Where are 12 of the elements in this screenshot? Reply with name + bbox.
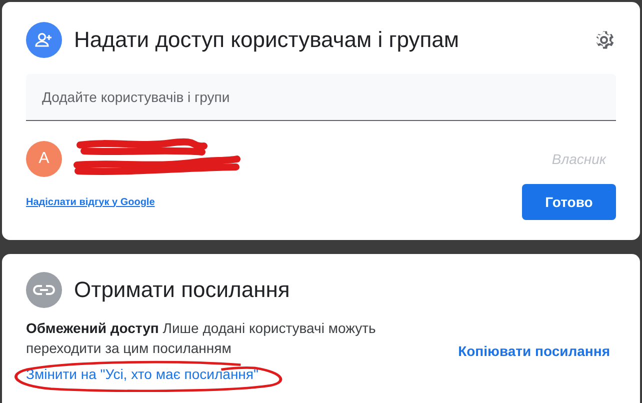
change-access-link[interactable]: Змінити на "Усі, хто має посилання" — [26, 366, 258, 382]
link-icon — [26, 272, 62, 308]
done-button[interactable]: Готово — [522, 184, 616, 220]
add-person-icon — [26, 22, 62, 58]
feedback-link[interactable]: Надіслати відгук у Google — [26, 196, 155, 208]
copy-link-button[interactable]: Копіювати посилання — [458, 343, 610, 359]
dialog-title: Надати доступ користувачам і групам — [74, 27, 459, 53]
section-title: Отримати посилання — [74, 277, 290, 303]
access-description: Обмежений доступ Лише додані користувачі можуть переходити за цим посиланням — [26, 319, 377, 358]
avatar: A — [26, 141, 62, 177]
role-label: Власник — [552, 151, 606, 167]
add-people-field[interactable]: Додайте користувачів і групи — [26, 74, 616, 121]
